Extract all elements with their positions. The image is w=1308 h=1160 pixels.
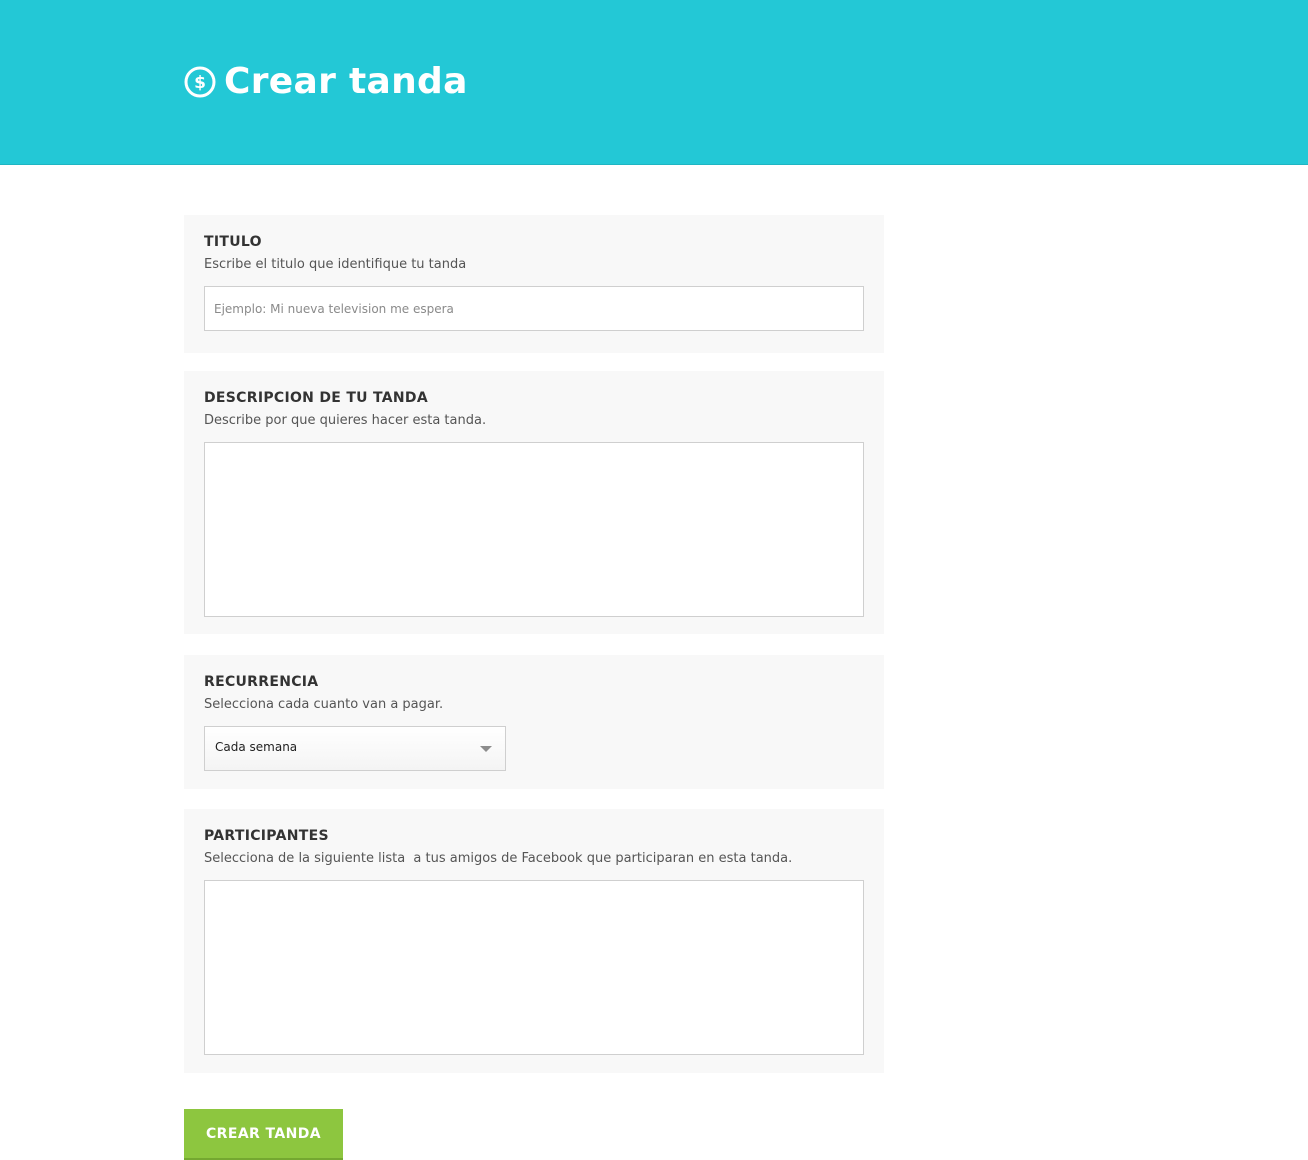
- svg-text:$: $: [194, 73, 206, 93]
- descripcion-section: DESCRIPCION DE TU TANDA Describe por que…: [184, 371, 884, 634]
- titulo-label: TITULO: [204, 234, 262, 250]
- recurrencia-selected-value: Cada semana: [215, 740, 298, 754]
- descripcion-textarea[interactable]: [204, 442, 864, 617]
- titulo-section: TITULO Escribe el titulo que identifique…: [184, 215, 884, 353]
- participantes-list[interactable]: [204, 880, 864, 1055]
- page-header: $ Crear tanda: [0, 0, 1308, 165]
- titulo-input[interactable]: [204, 286, 864, 331]
- chevron-down-icon: [480, 746, 492, 752]
- descripcion-help-text: Describe por que quieres hacer esta tand…: [204, 413, 487, 428]
- descripcion-label: DESCRIPCION DE TU TANDA: [204, 390, 428, 406]
- crear-tanda-button[interactable]: CREAR TANDA: [184, 1109, 343, 1160]
- titulo-help-text: Escribe el titulo que identifique tu tan…: [204, 257, 467, 272]
- participantes-label: PARTICIPANTES: [204, 828, 329, 844]
- participantes-help-text: Selecciona de la siguiente lista a tus a…: [204, 851, 793, 866]
- participantes-section: PARTICIPANTES Selecciona de la siguiente…: [184, 809, 884, 1073]
- recurrencia-help-text: Selecciona cada cuanto van a pagar.: [204, 697, 444, 712]
- page-title-text: Crear tanda: [224, 61, 468, 102]
- recurrencia-label: RECURRENCIA: [204, 674, 319, 690]
- dollar-circle-icon: $: [184, 66, 216, 98]
- page-title: $ Crear tanda: [184, 58, 468, 106]
- recurrencia-select[interactable]: Cada semana: [204, 726, 506, 771]
- recurrencia-section: RECURRENCIA Selecciona cada cuanto van a…: [184, 655, 884, 789]
